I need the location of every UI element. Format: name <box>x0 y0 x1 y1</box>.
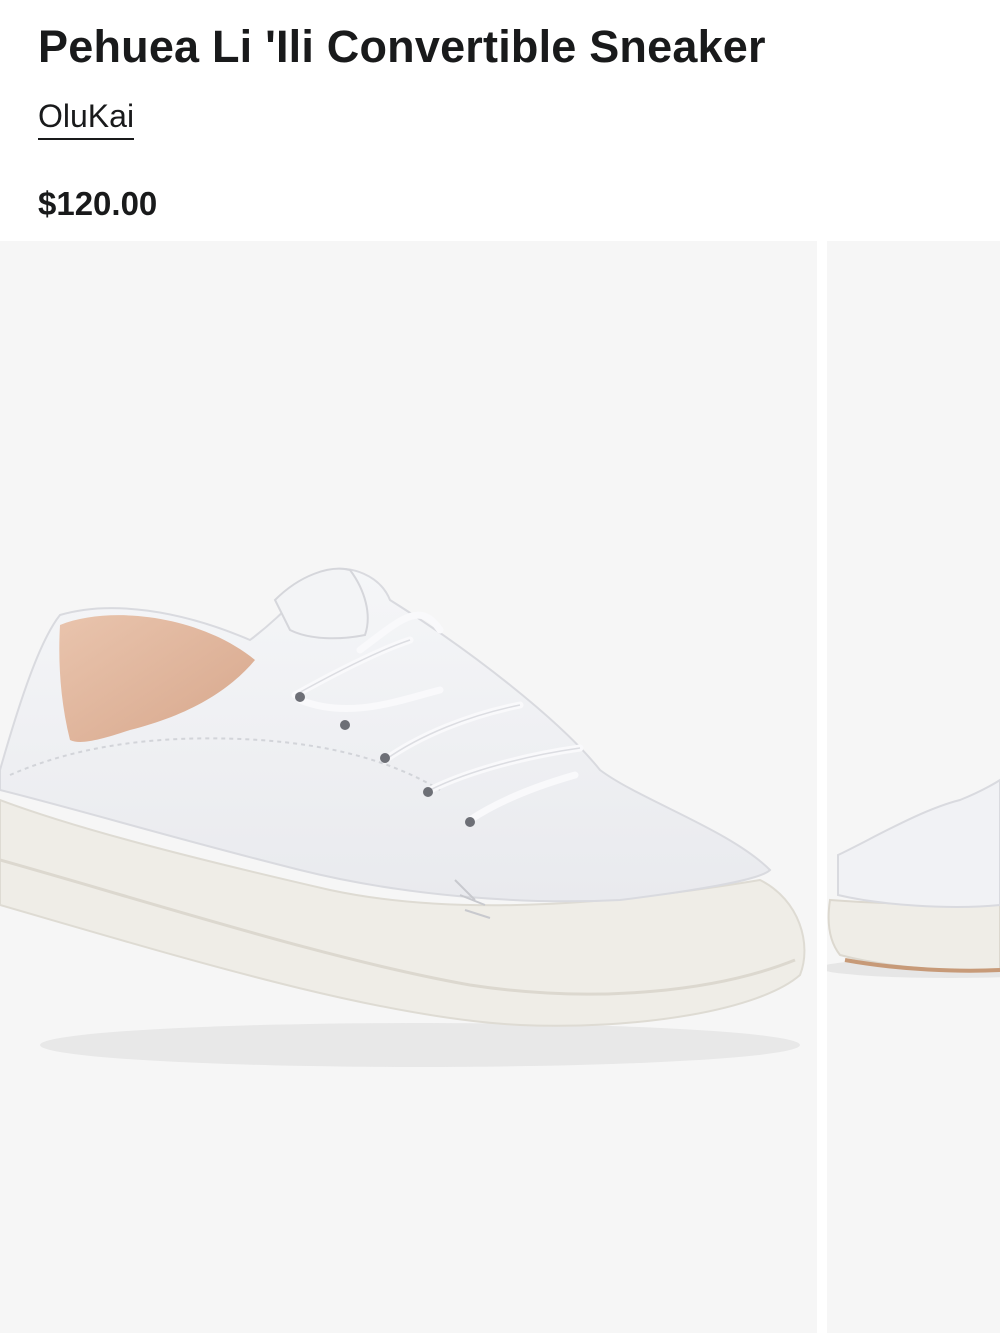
product-image-2[interactable] <box>827 241 1000 1333</box>
sneaker-illustration <box>0 567 806 1067</box>
brand-link[interactable]: OluKai <box>38 96 135 140</box>
product-page: Pehuea Li 'Ili Convertible Sneaker OluKa… <box>0 0 1000 1333</box>
image-gallery[interactable] <box>0 241 1000 1333</box>
product-title: Pehuea Li 'Ili Convertible Sneaker <box>38 21 766 72</box>
product-price: $120.00 <box>38 185 158 222</box>
product-image-1[interactable] <box>0 241 817 1333</box>
sneaker-partial-illustration <box>827 778 1000 978</box>
